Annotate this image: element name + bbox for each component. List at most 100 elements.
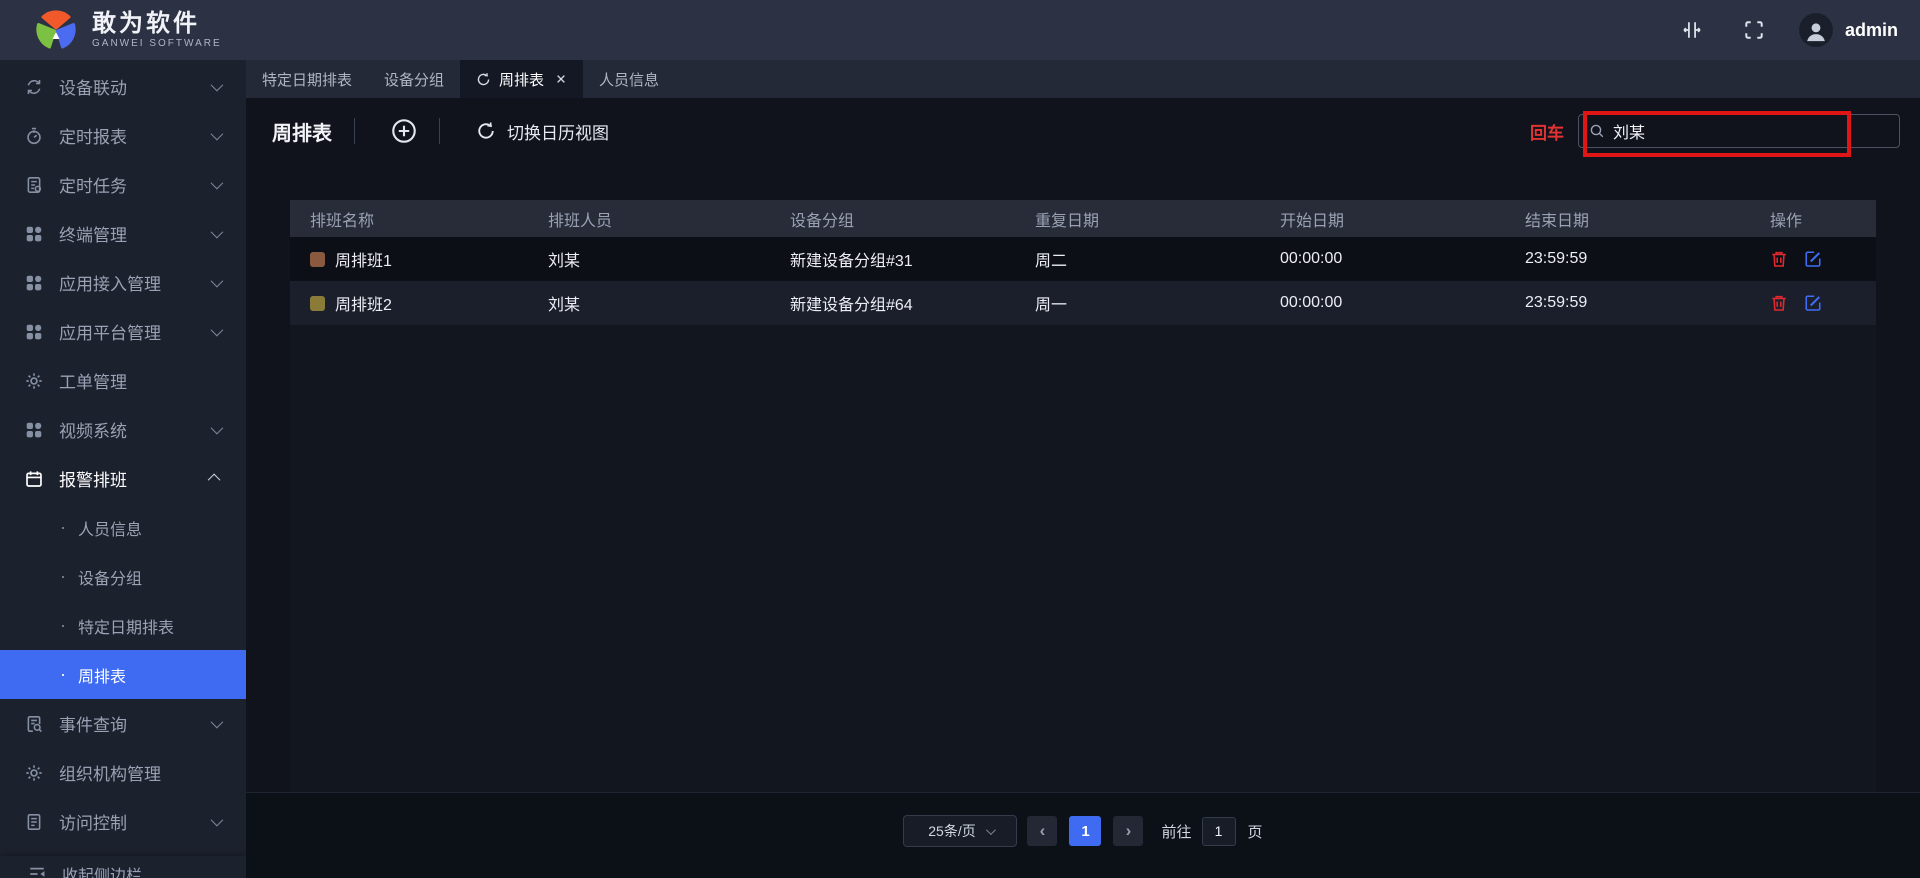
column-header: 设备分组 <box>790 212 855 230</box>
sidebar-item-8[interactable]: 报警排班 <box>0 454 246 503</box>
sidebar-item-7[interactable]: 视频系统 <box>0 405 246 454</box>
trash-icon[interactable] <box>1770 250 1788 268</box>
sidebar-item-label: 事件查询 <box>59 716 127 735</box>
sidebar-item-4[interactable]: 应用接入管理 <box>0 258 246 307</box>
grid-icon <box>25 323 43 341</box>
doc-search-icon <box>25 715 43 733</box>
add-button[interactable] <box>355 118 417 144</box>
tab-1[interactable]: 设备分组 <box>368 60 460 98</box>
color-chip <box>310 295 325 311</box>
edit-icon[interactable] <box>1804 294 1822 312</box>
sidebar: 设备联动定时报表定时任务终端管理应用接入管理应用平台管理工单管理视频系统报警排班… <box>0 60 246 878</box>
next-arrow: › <box>1125 821 1132 840</box>
sidebar-item-6[interactable]: 工单管理 <box>0 356 246 405</box>
edit-icon[interactable] <box>1804 250 1822 268</box>
plus-circle-icon <box>391 118 417 144</box>
username[interactable]: admin <box>1845 20 1898 41</box>
next-page-button[interactable]: › <box>1113 816 1144 846</box>
chevron-down-icon <box>210 78 224 92</box>
column-header: 开始日期 <box>1280 212 1345 230</box>
tab-0[interactable]: 特定日期排表 <box>246 60 368 98</box>
goto-label: 前往 <box>1161 823 1192 841</box>
tab-2[interactable]: 周排表 <box>460 60 584 98</box>
sidebar-item-label: 定时报表 <box>59 128 127 147</box>
timer-icon <box>25 127 43 145</box>
table-row-1[interactable]: 周排班2 刘某 新建设备分组#64 周一 00:00:00 23:59:59 <box>290 281 1876 325</box>
chevron-down-icon <box>210 421 224 435</box>
sidebar-subitem-8-3[interactable]: · 周排表 <box>0 650 246 699</box>
sidebar-item-1[interactable]: 定时报表 <box>0 111 246 160</box>
gear-icon <box>25 372 43 390</box>
table-row-0[interactable]: 周排班1 刘某 新建设备分组#31 周二 00:00:00 23:59:59 <box>290 237 1876 281</box>
refresh-icon[interactable] <box>476 72 491 87</box>
cell-repeat: 周一 <box>1035 297 1068 314</box>
search-input[interactable] <box>1613 122 1889 140</box>
chevron-down-icon <box>210 715 224 729</box>
prev-page-button[interactable]: ‹ <box>1027 816 1058 846</box>
content: 周排表 切换日历视图 回车 排班名称 排班人员 设备分组 重复日期 开始日期 结束日期 操作… <box>246 98 1920 792</box>
cell-group: 新建设备分组#31 <box>790 253 913 270</box>
cell-person: 刘某 <box>548 297 581 314</box>
cell-repeat: 周二 <box>1035 253 1068 270</box>
gear-icon <box>25 764 43 782</box>
divider <box>439 118 440 144</box>
tab-3[interactable]: 人员信息 <box>583 60 675 98</box>
sidebar-item-label: 组织机构管理 <box>59 765 161 784</box>
page-size-select[interactable]: 25条/页 <box>903 815 1018 847</box>
brand-subtitle: GANWEI SOFTWARE <box>92 38 222 49</box>
chevron-down-icon <box>210 176 224 190</box>
avatar[interactable] <box>1798 13 1833 47</box>
grid-icon <box>25 421 43 439</box>
sidebar-subitem-label: 特定日期排表 <box>78 619 175 637</box>
sidebar-item-label: 应用接入管理 <box>59 275 161 294</box>
trash-icon[interactable] <box>1770 294 1788 312</box>
refresh-icon <box>476 121 496 141</box>
sidebar-subitem-8-2[interactable]: · 特定日期排表 <box>0 601 246 650</box>
sidebar-subitem-8-1[interactable]: · 设备分组 <box>0 552 246 601</box>
sidebar-subitem-8-0[interactable]: · 人员信息 <box>0 503 246 552</box>
current-page-button[interactable]: 1 <box>1069 816 1102 846</box>
chevron-down-icon <box>210 127 224 141</box>
sidebar-item-label: 报警排班 <box>59 471 127 490</box>
cell-start: 00:00:00 <box>1280 250 1343 267</box>
column-header: 排班人员 <box>548 212 613 230</box>
switch-calendar-view-button[interactable]: 切换日历视图 <box>476 119 609 144</box>
fullscreen-icon[interactable] <box>1743 19 1765 41</box>
sidebar-item-3[interactable]: 终端管理 <box>0 209 246 258</box>
sidebar-item-label: 视频系统 <box>59 422 127 441</box>
chevron-down-icon <box>985 824 996 835</box>
pager: 25条/页 ‹ 1 › 前往 页 <box>903 815 1263 847</box>
cell-start: 00:00:00 <box>1280 294 1343 311</box>
tab-label: 特定日期排表 <box>262 71 353 89</box>
chevron-down-icon <box>210 813 224 827</box>
column-header: 排班名称 <box>310 212 375 230</box>
sidebar-item-10[interactable]: 组织机构管理 <box>0 748 246 797</box>
pagination-bar: 25条/页 ‹ 1 › 前往 页 <box>246 792 1920 878</box>
sidebar-item-9[interactable]: 事件查询 <box>0 699 246 748</box>
sidebar-item-label: 工单管理 <box>59 373 127 392</box>
toolbar: 周排表 切换日历视图 回车 <box>246 98 1920 164</box>
sidebar-item-label: 设备联动 <box>59 79 127 98</box>
sidebar-item-11[interactable]: 访问控制 <box>0 797 246 846</box>
prev-arrow: ‹ <box>1039 821 1046 840</box>
split-screen-icon[interactable] <box>1681 19 1703 41</box>
sidebar-item-label: 终端管理 <box>59 226 127 245</box>
sidebar-item-0[interactable]: 设备联动 <box>0 62 246 111</box>
chevron-down-icon <box>210 323 224 337</box>
search-icon <box>1589 123 1605 139</box>
tab-label: 设备分组 <box>384 71 445 89</box>
collapse-sidebar-button[interactable]: 收起侧边栏 <box>0 856 246 878</box>
search-box[interactable] <box>1578 114 1900 148</box>
sidebar-subitem-label: 设备分组 <box>78 570 143 588</box>
sidebar-item-5[interactable]: 应用平台管理 <box>0 307 246 356</box>
grid-icon <box>25 274 43 292</box>
goto-page-input[interactable] <box>1201 816 1236 846</box>
page-size-value: 25条/页 <box>928 823 976 839</box>
doc-icon <box>25 813 43 831</box>
sidebar-item-2[interactable]: 定时任务 <box>0 160 246 209</box>
cell-group: 新建设备分组#64 <box>790 297 913 314</box>
collapse-sidebar-label: 收起侧边栏 <box>62 868 143 878</box>
cell-name: 周排班1 <box>335 253 392 270</box>
close-icon[interactable] <box>555 73 567 85</box>
chevron-down-icon <box>210 274 224 288</box>
